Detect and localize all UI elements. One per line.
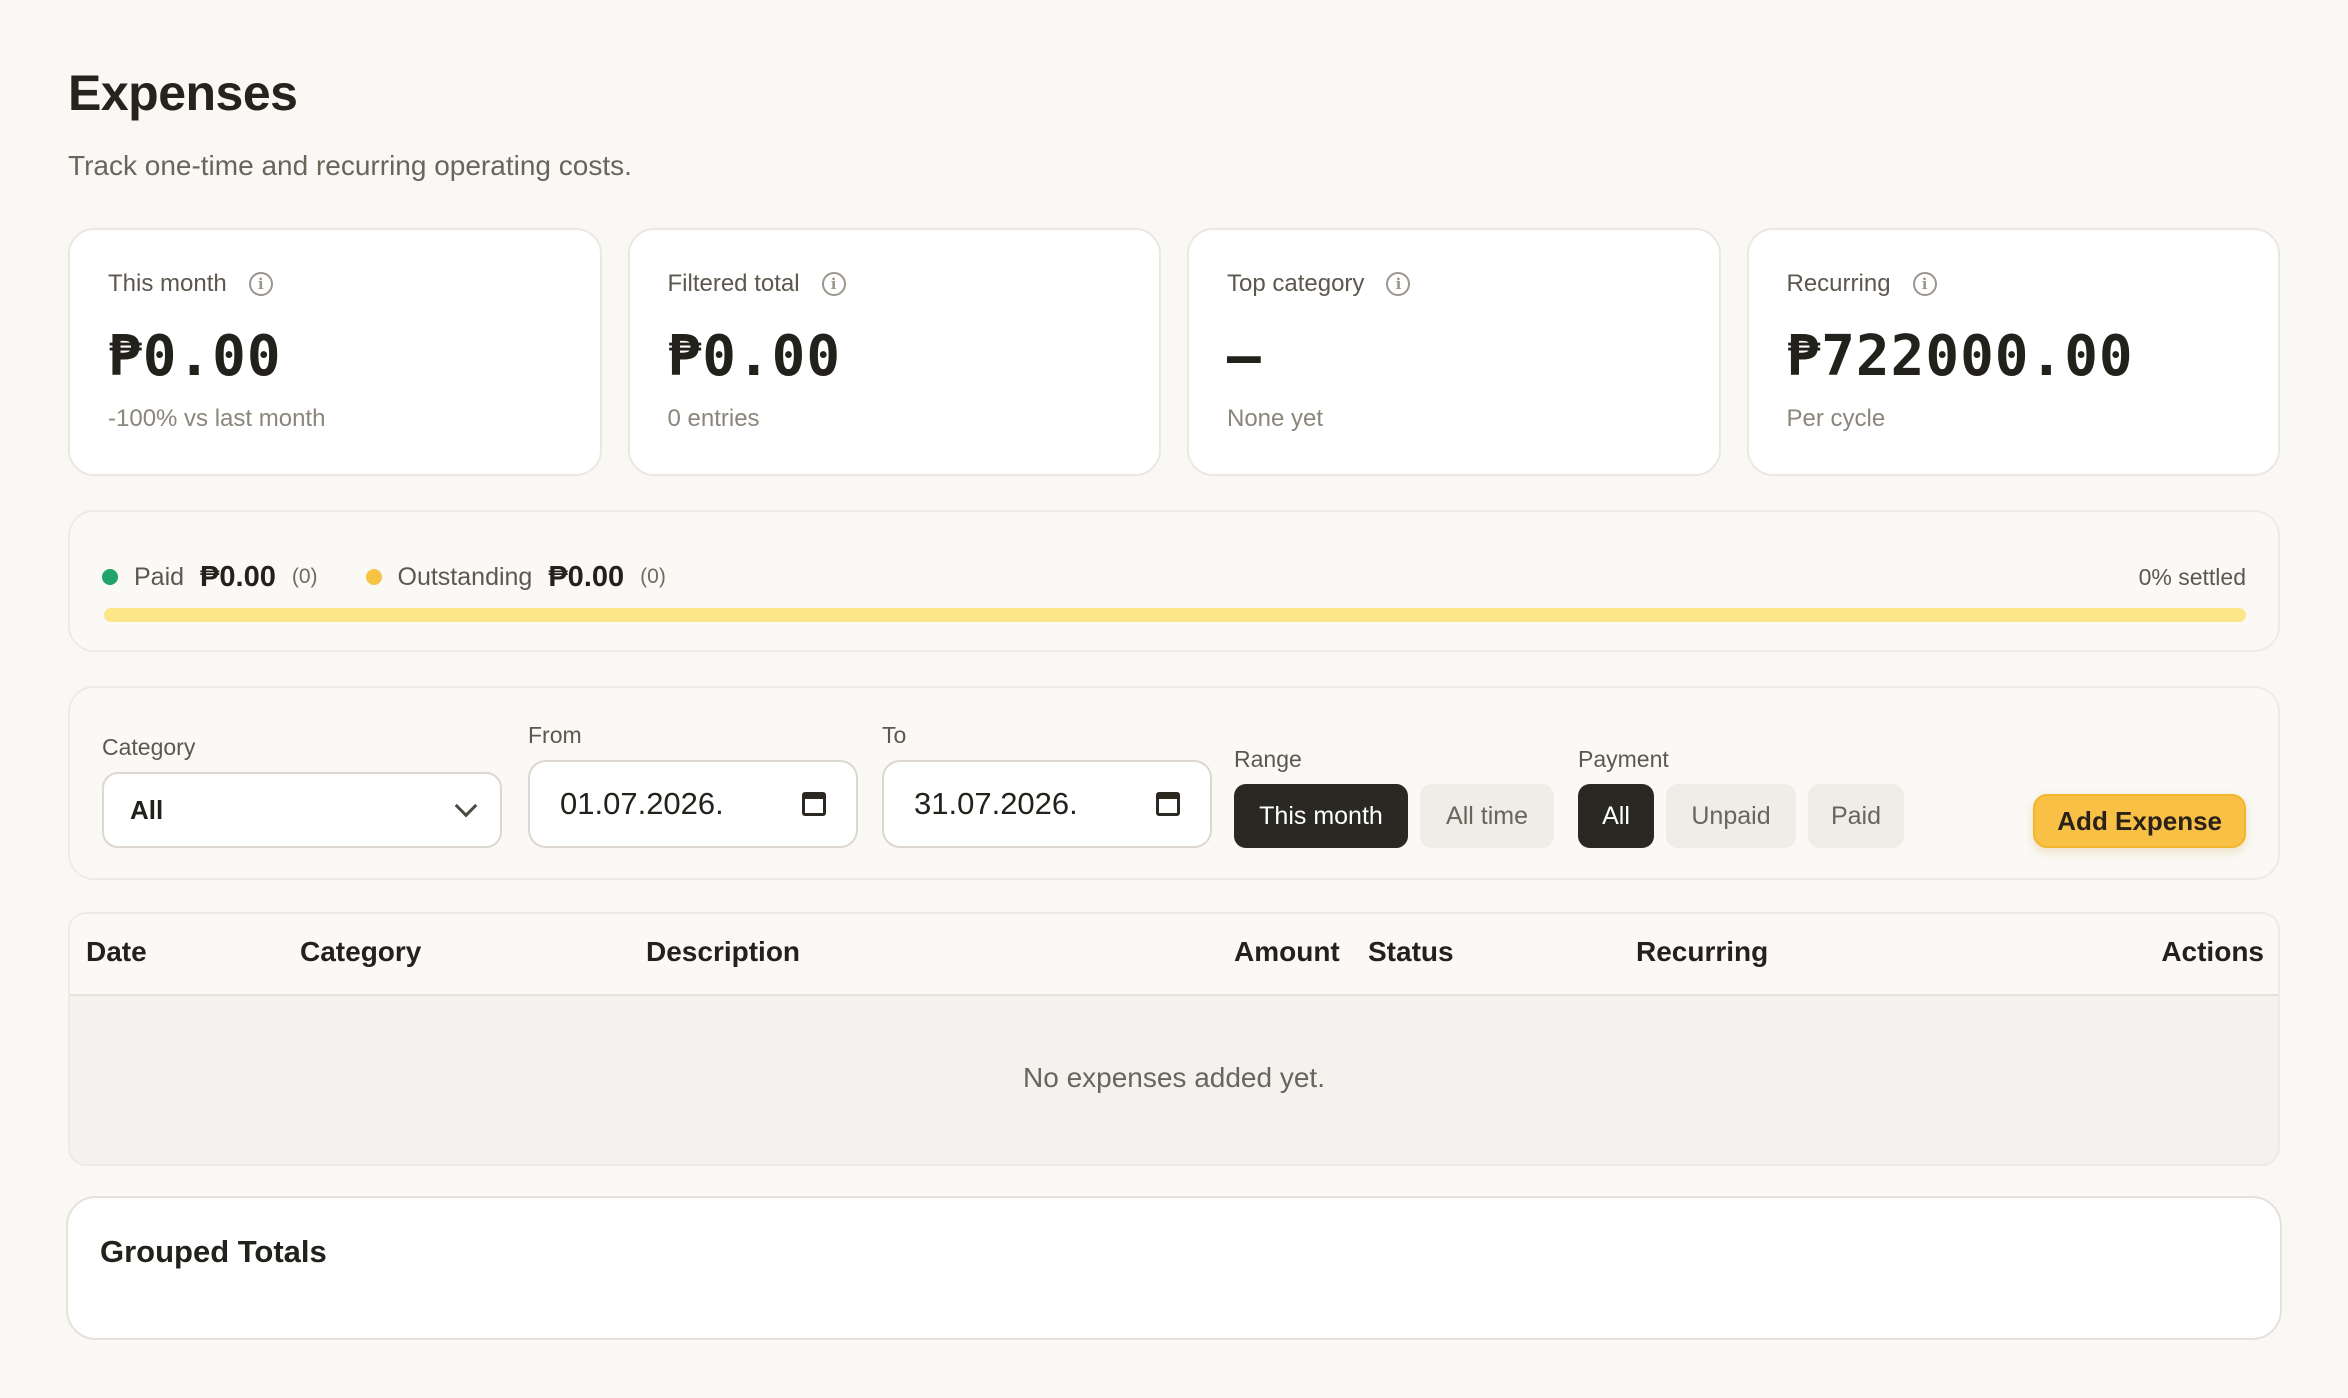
outstanding-count: (0) bbox=[640, 565, 666, 588]
expenses-table: Date Category Description Amount Status … bbox=[68, 912, 2280, 1166]
stat-sub: Per cycle bbox=[1786, 405, 1886, 432]
stat-label-wrap: Recurring i bbox=[1787, 270, 2241, 298]
add-expense-button[interactable]: Add Expense bbox=[2033, 794, 2246, 848]
stat-value: ₱722000.00 bbox=[1786, 324, 2134, 389]
stat-label-wrap: Filtered total i bbox=[668, 270, 1122, 298]
calendar-icon[interactable] bbox=[802, 792, 826, 816]
legend-outstanding: Outstanding ₱0.00 (0) bbox=[365, 560, 666, 594]
paid-dot-icon bbox=[102, 569, 118, 585]
legend-paid: Paid ₱0.00 (0) bbox=[102, 561, 318, 594]
range-this-month-button[interactable]: This month bbox=[1234, 784, 1408, 848]
stat-value: — bbox=[1227, 324, 1262, 389]
page-title: Expenses bbox=[68, 65, 298, 121]
column-header-description[interactable]: Description bbox=[646, 936, 800, 968]
stat-sub: None yet bbox=[1227, 405, 1324, 432]
info-icon[interactable]: i bbox=[248, 272, 273, 296]
stats-row: This month i ₱0.00 -100% vs last month F… bbox=[68, 228, 2280, 476]
stat-label: Top category bbox=[1227, 270, 1365, 297]
column-header-actions: Actions bbox=[2161, 936, 2264, 967]
grouped-totals-title: Grouped Totals bbox=[100, 1234, 327, 1269]
settlement-legend: Paid ₱0.00 (0) Outstanding ₱0.00 (0) 0% … bbox=[102, 546, 2246, 608]
category-select[interactable]: All bbox=[102, 772, 502, 848]
from-date-value: 01.07.2026. bbox=[560, 786, 724, 821]
stat-card-recurring: Recurring i ₱722000.00 Per cycle bbox=[1746, 228, 2280, 476]
outstanding-amount: ₱0.00 bbox=[548, 560, 625, 593]
category-label: Category bbox=[102, 734, 196, 760]
stat-card-top-category: Top category i — None yet bbox=[1187, 228, 1721, 476]
column-header-category[interactable]: Category bbox=[300, 936, 421, 968]
column-header-amount[interactable]: Amount bbox=[1234, 936, 1340, 968]
column-header-recurring[interactable]: Recurring bbox=[1636, 936, 1768, 968]
info-icon[interactable]: i bbox=[1386, 272, 1411, 296]
stat-label: Filtered total bbox=[667, 270, 800, 297]
payment-all-button[interactable]: All bbox=[1578, 784, 1654, 848]
grouped-totals-panel: Grouped Totals bbox=[66, 1196, 2282, 1340]
payment-label: Payment bbox=[1578, 746, 1669, 772]
payment-unpaid-button[interactable]: Unpaid bbox=[1666, 784, 1796, 848]
from-label: From bbox=[528, 722, 582, 748]
info-icon[interactable]: i bbox=[1912, 272, 1937, 296]
stat-card-filtered-total: Filtered total i ₱0.00 0 entries bbox=[627, 228, 1161, 476]
stat-sub: -100% vs last month bbox=[108, 405, 326, 432]
table-header: Date Category Description Amount Status … bbox=[70, 914, 2278, 996]
column-header-date[interactable]: Date bbox=[86, 936, 147, 968]
category-select-value: All bbox=[130, 794, 164, 825]
paid-count: (0) bbox=[291, 565, 318, 588]
stat-label-wrap: This month i bbox=[108, 270, 562, 298]
to-label: To bbox=[882, 722, 907, 748]
outstanding-label: Outstanding bbox=[397, 562, 533, 591]
settled-percent: 0% settled bbox=[2138, 563, 2246, 590]
settlement-panel: Paid ₱0.00 (0) Outstanding ₱0.00 (0) 0% … bbox=[68, 510, 2280, 652]
to-date-value: 31.07.2026. bbox=[914, 786, 1078, 821]
info-icon[interactable]: i bbox=[821, 272, 846, 296]
stat-sub: 0 entries bbox=[667, 405, 760, 432]
stat-label: Recurring bbox=[1786, 270, 1891, 297]
to-date-input[interactable]: 31.07.2026. bbox=[882, 760, 1212, 848]
outstanding-dot-icon bbox=[365, 569, 382, 585]
page-subtitle: Track one-time and recurring operating c… bbox=[68, 150, 632, 181]
range-label: Range bbox=[1234, 746, 1302, 772]
filters-panel: Category All From 01.07.2026. To 31.07.2… bbox=[68, 686, 2280, 880]
settlement-progress-bar bbox=[104, 608, 2246, 622]
range-all-time-button[interactable]: All time bbox=[1420, 784, 1554, 848]
expenses-page: Expenses Track one-time and recurring op… bbox=[0, 0, 2348, 1398]
payment-paid-button[interactable]: Paid bbox=[1808, 784, 1904, 848]
stat-card-this-month: This month i ₱0.00 -100% vs last month bbox=[68, 228, 602, 476]
calendar-icon[interactable] bbox=[1156, 792, 1180, 816]
from-date-input[interactable]: 01.07.2026. bbox=[528, 760, 858, 848]
stat-label: This month bbox=[108, 270, 227, 297]
chevron-down-icon bbox=[454, 794, 478, 818]
table-empty-message: No expenses added yet. bbox=[1023, 1062, 1325, 1093]
stat-value: ₱0.00 bbox=[108, 324, 282, 389]
stat-label-wrap: Top category i bbox=[1227, 270, 1681, 298]
paid-amount: ₱0.00 bbox=[200, 560, 276, 593]
stat-value: ₱0.00 bbox=[667, 324, 842, 389]
column-header-status[interactable]: Status bbox=[1368, 936, 1454, 968]
paid-label: Paid bbox=[134, 562, 185, 591]
